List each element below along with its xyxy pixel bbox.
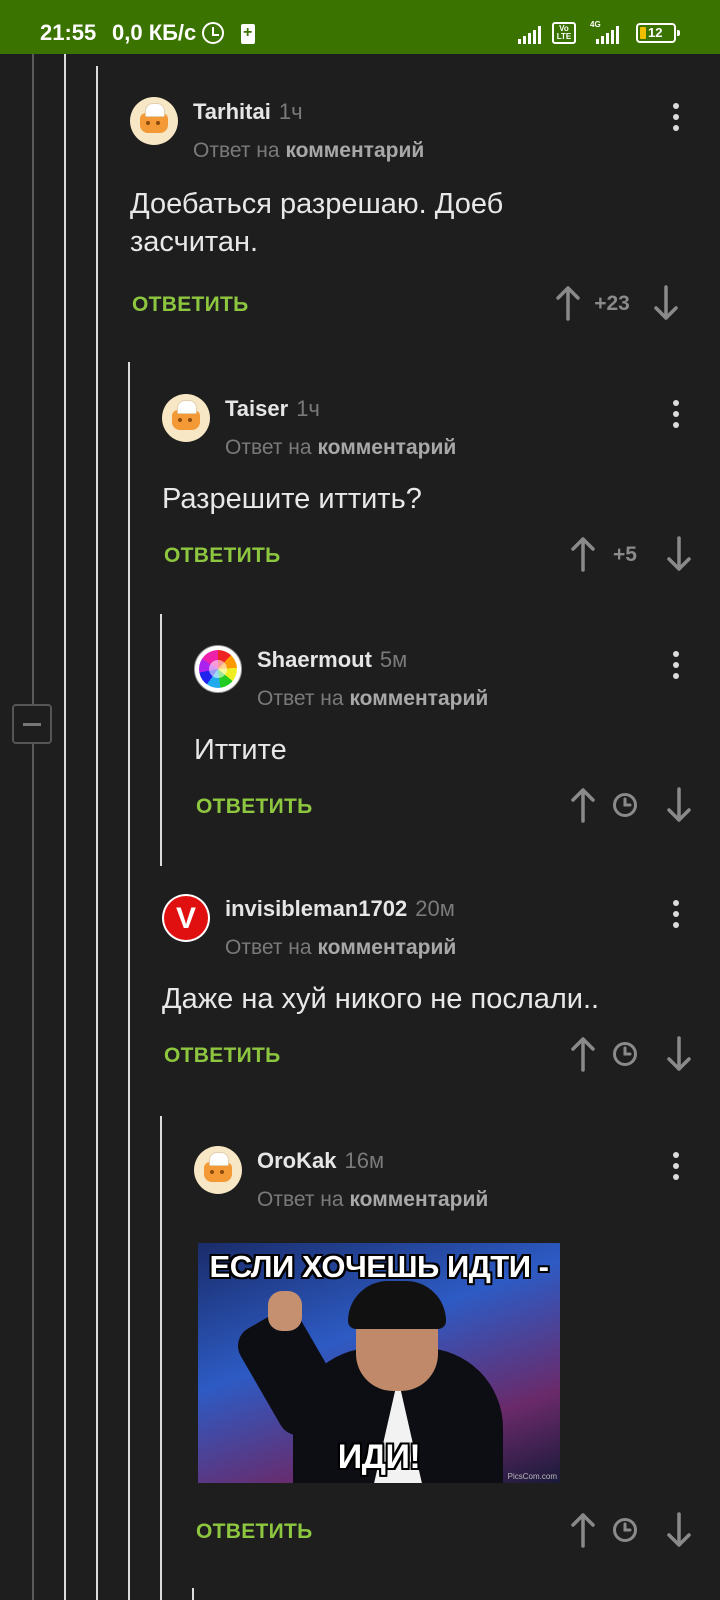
- comment-text: Даже на хуй никого не послали..: [162, 983, 600, 1015]
- comment-author[interactable]: invisibleman1702 20м: [225, 896, 455, 922]
- vote-controls: [570, 1512, 705, 1552]
- reply-button[interactable]: ОТВЕТИТЬ: [196, 1520, 313, 1544]
- network-speed: 0,0 КБ/с: [112, 20, 197, 45]
- vote-controls: [570, 1036, 705, 1076]
- reply-button[interactable]: ОТВЕТИТЬ: [164, 544, 281, 568]
- battery-icon: 12: [636, 23, 680, 43]
- comment-text: Разрешите иттить?: [162, 483, 422, 515]
- thread-line: [64, 54, 66, 1600]
- downvote-icon[interactable]: [666, 1036, 692, 1072]
- comment-author[interactable]: Taiser 1ч: [225, 396, 320, 422]
- reply-target-link[interactable]: комментарий: [317, 436, 456, 459]
- reply-button[interactable]: ОТВЕТИТЬ: [164, 1044, 281, 1068]
- reply-target-link[interactable]: комментарий: [349, 687, 488, 710]
- downvote-icon[interactable]: [666, 536, 692, 572]
- more-options-icon[interactable]: [671, 1152, 681, 1186]
- thread-line: [96, 66, 98, 1600]
- signal-icon: [518, 24, 541, 44]
- thread-line: [192, 1588, 194, 1600]
- clock-icon: [613, 1518, 637, 1542]
- thread-line: [128, 362, 130, 1600]
- clock: 21:55: [40, 20, 97, 45]
- reply-target-link[interactable]: комментарий: [317, 936, 456, 959]
- downvote-icon[interactable]: [666, 1512, 692, 1548]
- thread-line: [160, 614, 162, 866]
- status-bar: 21:55 0,0 КБ/с Vo LTE 4G 12: [0, 0, 720, 54]
- reply-to: Ответ на комментарий: [193, 139, 425, 162]
- signal-icon-2: [596, 24, 619, 44]
- battery-fill: [640, 27, 646, 39]
- meme-watermark: PicsCom.com: [507, 1472, 557, 1481]
- vote-controls: +5: [570, 536, 705, 576]
- meme-pointing-hand: [268, 1291, 302, 1331]
- upvote-icon[interactable]: [555, 285, 581, 321]
- comment-time: 5м: [379, 647, 408, 672]
- reply-to: Ответ на комментарий: [257, 1188, 489, 1211]
- more-options-icon[interactable]: [671, 651, 681, 685]
- vote-score: +5: [613, 543, 637, 566]
- comment-text: Доебаться разрешаю. Доеб засчитан.: [130, 188, 504, 258]
- battery-saver-icon: [241, 24, 255, 44]
- comment-author[interactable]: Tarhitai 1ч: [193, 99, 303, 125]
- upvote-icon[interactable]: [570, 1036, 596, 1072]
- color-burst-avatar[interactable]: [194, 645, 242, 693]
- volte-icon: Vo LTE: [552, 22, 576, 44]
- battery-level: 12: [648, 25, 663, 40]
- comment: Tarhitai 1ч Ответ на комментарий Доебатьс…: [130, 97, 710, 337]
- more-options-icon[interactable]: [671, 103, 681, 137]
- comment-author[interactable]: Shaermout 5м: [257, 647, 407, 673]
- clock-icon: [613, 1042, 637, 1066]
- collapse-thread-button[interactable]: [12, 704, 52, 744]
- chef-tart-avatar[interactable]: [130, 97, 178, 145]
- upvote-icon[interactable]: [570, 787, 596, 823]
- red-v-avatar[interactable]: [162, 894, 210, 942]
- chef-tart-avatar[interactable]: [162, 394, 210, 442]
- comment: Shaermout 5м Ответ на комментарий Иттите …: [194, 645, 710, 835]
- comment-text: Иттите: [194, 734, 287, 766]
- reply-target-link[interactable]: комментарий: [349, 1188, 488, 1211]
- clock-icon: [613, 793, 637, 817]
- comment-time: 16м: [344, 1148, 385, 1173]
- reply-to: Ответ на комментарий: [225, 436, 457, 459]
- reply-target-link[interactable]: комментарий: [285, 139, 424, 162]
- more-options-icon[interactable]: [671, 400, 681, 434]
- meme-image[interactable]: ЕСЛИ ХОЧЕШЬ ИДТИ - ИДИ! PicsCom.com: [198, 1243, 560, 1483]
- thread-line: [160, 1116, 162, 1600]
- meme-caption-top: ЕСЛИ ХОЧЕШЬ ИДТИ -: [209, 1249, 549, 1284]
- comment: Taiser 1ч Ответ на комментарий Разрешите …: [162, 394, 710, 584]
- more-options-icon[interactable]: [671, 900, 681, 934]
- downvote-icon[interactable]: [666, 787, 692, 823]
- alarm-icon: [202, 22, 224, 44]
- thread-line: [32, 54, 34, 1600]
- upvote-icon[interactable]: [570, 1512, 596, 1548]
- vote-score: +23: [594, 292, 630, 315]
- vote-controls: [570, 787, 705, 827]
- reply-button[interactable]: ОТВЕТИТЬ: [132, 293, 249, 317]
- upvote-icon[interactable]: [570, 536, 596, 572]
- comment-time: 20м: [415, 896, 455, 921]
- comment-author[interactable]: OroKak 16м: [257, 1148, 384, 1174]
- downvote-icon[interactable]: [653, 285, 679, 321]
- vote-controls: +23: [555, 285, 705, 325]
- meme-head: [348, 1281, 446, 1391]
- comment: OroKak 16м Ответ на комментарий: [194, 1146, 710, 1226]
- reply-to: Ответ на комментарий: [225, 936, 457, 959]
- comment: invisibleman170220м Ответ на комментарий…: [162, 894, 710, 1084]
- reply-to: Ответ на комментарий: [257, 687, 489, 710]
- meme-caption-bottom: ИДИ!: [337, 1438, 421, 1476]
- comment-time: 1ч: [296, 396, 320, 421]
- reply-button[interactable]: ОТВЕТИТЬ: [196, 795, 313, 819]
- comment-time: 1ч: [278, 99, 303, 124]
- chef-tart-avatar[interactable]: [194, 1146, 242, 1194]
